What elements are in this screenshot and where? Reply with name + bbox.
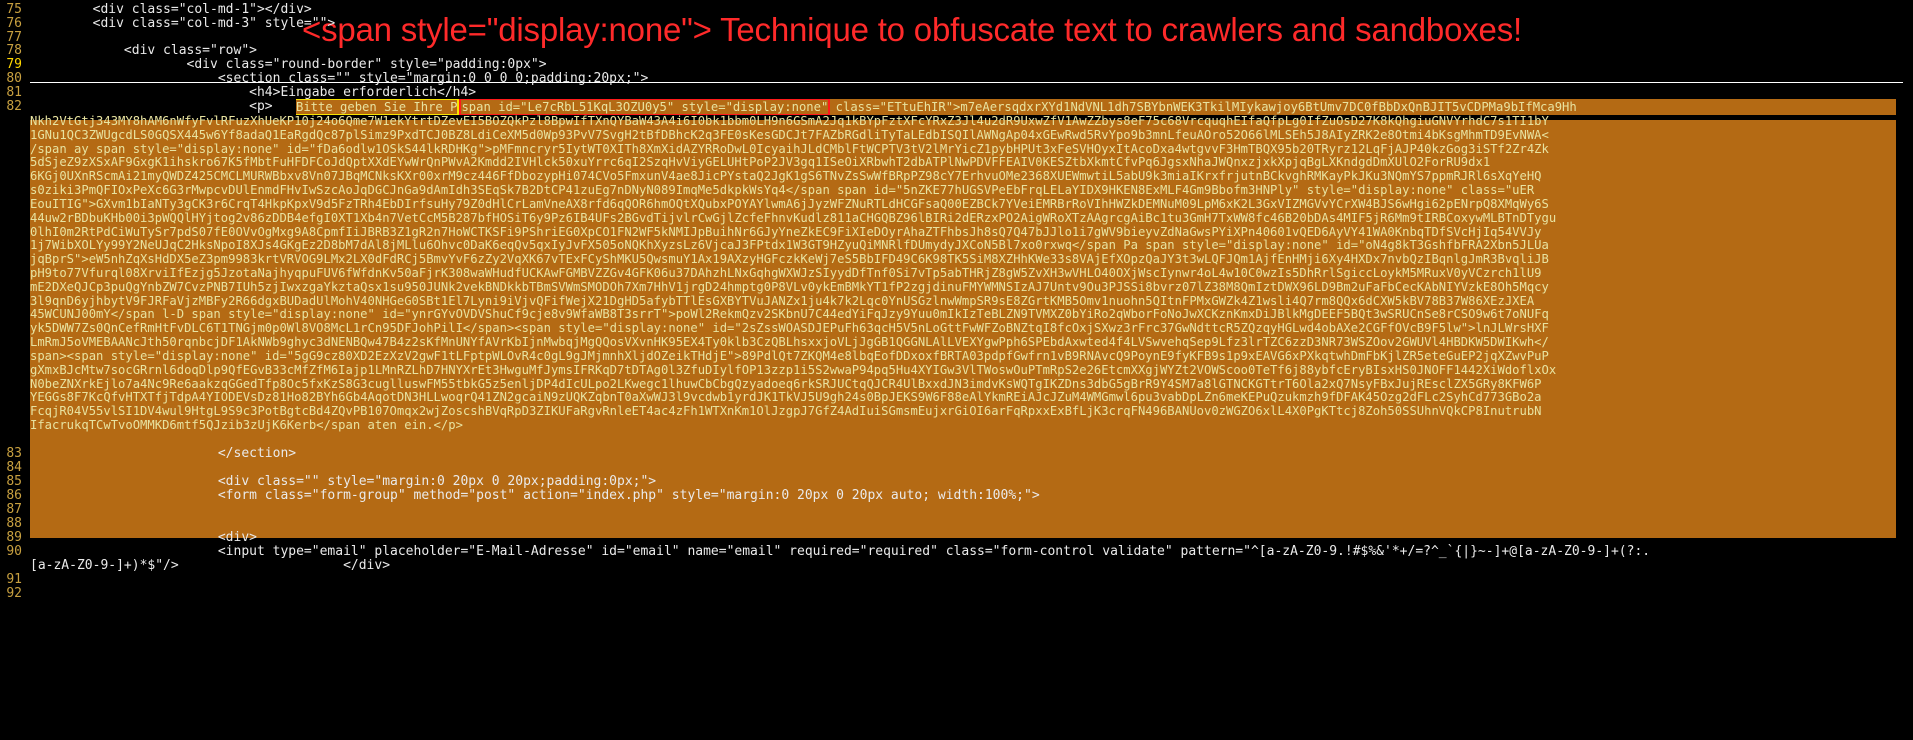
code-text: <form class="form-group" method="post" a… [30,488,1040,503]
hidden-span-tag: span id="Le7cRbL51KqL3OZU0y5" style="dis… [459,98,831,116]
code-text: <div class="col-md-3" style=""> [30,15,336,31]
line-number: 92 [6,586,22,601]
code-line[interactable]: 86 <form class="form-group" method="post… [0,488,1040,505]
code-line[interactable]: 92 [0,586,30,603]
code-text: [a-zA-Z0-9-]+)*$"/> </div> [30,558,391,573]
code-text: <div class="round-border" style="padding… [30,57,547,73]
code-text: <input type="email" placeholder="E-Mail-… [30,544,1651,559]
code-line[interactable]: [a-zA-Z0-9-]+)*$"/> </div> [0,558,390,575]
code-text: <p> [30,98,273,114]
code-line[interactable]: 76 <div class="col-md-3" style=""> [0,16,335,33]
visible-text-fragment: Bitte geben Sie Ihre P [296,98,460,116]
code-text: <div> [30,530,257,545]
vertical-scrollbar[interactable] [1903,0,1913,740]
wrapped-code-line[interactable]: IfacrukqTCwTvoOMMKD6mtf5QJzib3zUjK6Kerb<… [30,417,1896,434]
code-line[interactable]: 83 </section> [0,446,296,463]
code-text: </section> [30,446,297,461]
obfuscated-text: IfacrukqTCwTvoOMMKD6mtf5QJzib3zUjK6Kerb<… [30,418,463,433]
annotation-caption: <span style="display:none"> Technique to… [302,11,1522,48]
code-text: <div class="col-md-1"></div> [30,2,312,17]
code-text: <div class="row"> [30,43,257,59]
obfuscated-text: class="ETtuEhIR">m7eAersqdxrXYd1NdVNL1dh… [828,99,1577,114]
code-text: <h4>Eingabe erforderlich</h4> [30,84,477,100]
line-number: 82 [6,98,22,114]
code-text: <div class="" style="margin:0 20px 0 20p… [30,474,657,489]
code-editor[interactable]: <span style="display:none"> Technique to… [0,0,1913,740]
code-text: <section class="" style="margin:0 0 0 0;… [30,71,649,86]
